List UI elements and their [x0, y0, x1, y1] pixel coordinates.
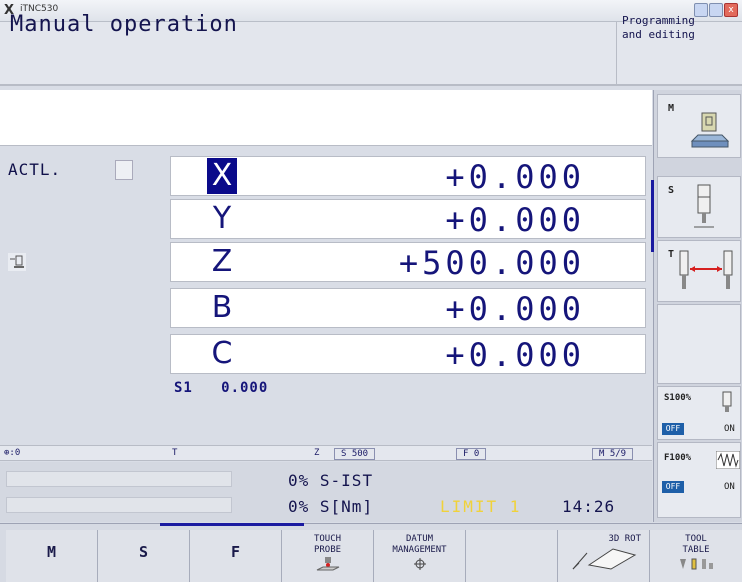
message-area: [0, 90, 652, 146]
spindle-override-label: S100%: [664, 393, 692, 403]
axis-letter: B: [211, 290, 233, 325]
softkey-datum-management[interactable]: DATUM MANAGEMENT: [374, 530, 466, 582]
datum-status: ⊕:0: [4, 448, 21, 458]
minimize-button[interactable]: [694, 3, 708, 17]
torque-load-bar: [6, 497, 232, 513]
spindle-override-key[interactable]: S100% OFF ON: [657, 386, 741, 440]
softkey-3d-rot[interactable]: 3D ROT: [558, 530, 650, 582]
axis-value: +0.000: [445, 201, 585, 239]
limit-indicator: LIMIT 1: [440, 497, 522, 516]
status-line: ⊕:0 T Z S 500 F 0 M 5/9: [0, 445, 652, 461]
softkey-empty[interactable]: [657, 304, 741, 384]
torque-load-label: S[Nm]: [319, 497, 374, 516]
override-on-label: ON: [724, 482, 735, 492]
secondary-mode-label[interactable]: Programming and editing: [622, 14, 695, 42]
tool-status: T: [172, 448, 178, 458]
softkey-label: TOOL TABLE: [682, 534, 710, 555]
display-mode-indicator: [115, 160, 133, 180]
softkey-label: 3D ROT: [608, 534, 641, 544]
softkey-s[interactable]: S: [657, 176, 741, 238]
axis-letter: Z: [211, 244, 233, 279]
softkey-empty[interactable]: [466, 530, 558, 582]
feed-wave-icon: [716, 451, 740, 469]
axis-value: +0.000: [445, 290, 585, 328]
axis-row-c[interactable]: C +0.000: [170, 334, 646, 374]
spindle-load-label: S-IST: [319, 471, 374, 490]
axis-letter: X: [207, 158, 237, 194]
tool-table-icon: [680, 558, 713, 570]
m-function-status: M 5/9: [592, 448, 634, 460]
softkey-label: S: [138, 543, 149, 561]
softkey-label: F: [230, 543, 241, 561]
page-title: Manual operation: [10, 12, 238, 37]
axis-row-b[interactable]: B +0.000: [170, 288, 646, 328]
softkey-letter: S: [668, 185, 675, 196]
active-softkey-marker: [651, 180, 654, 252]
feed-override-label: F100%: [664, 453, 692, 463]
machine-table-icon: [690, 112, 730, 148]
axis-row-x[interactable]: X +0.000: [170, 156, 646, 196]
softkey-touch-probe[interactable]: TOUCH PROBE: [282, 530, 374, 582]
header-divider: [616, 22, 617, 86]
feed-status: F 0: [456, 448, 487, 460]
tool-measure-icon: [679, 250, 733, 289]
tool-axis-status: Z: [314, 448, 320, 458]
axis-value: +500.000: [398, 244, 585, 282]
datum-icon: [413, 558, 426, 570]
spindle-load-readout: 0% S-IST: [288, 471, 373, 490]
feed-override-key[interactable]: F100% OFF ON: [657, 442, 741, 518]
torque-load-readout: 0% S[Nm]: [288, 497, 373, 516]
softkey-label: M: [46, 543, 57, 561]
axis-row-z[interactable]: Z +500.000: [170, 242, 646, 282]
spindle-load-percent: 0%: [288, 471, 310, 490]
softkey-label: TOUCH PROBE: [313, 534, 342, 555]
softkey-m-function[interactable]: M: [6, 530, 98, 582]
softkey-letter: M: [668, 103, 675, 114]
clock: 14:26: [562, 497, 616, 516]
torque-load-percent: 0%: [288, 497, 310, 516]
axis-row-y[interactable]: Y +0.000: [170, 199, 646, 239]
close-icon: x: [728, 5, 734, 15]
probe-status-icon: [8, 253, 26, 271]
maximize-button[interactable]: [709, 3, 723, 17]
spindle-position: S1 0.000: [174, 380, 269, 396]
spindle-speed-status: S 500: [334, 448, 376, 460]
softkey-label: DATUM MANAGEMENT: [392, 534, 447, 555]
softkey-f-function[interactable]: F: [190, 530, 282, 582]
axis-value: +0.000: [445, 158, 585, 196]
override-off-badge: OFF: [662, 481, 684, 493]
active-softkey-underline: [160, 523, 304, 526]
softkey-s-function[interactable]: S: [98, 530, 190, 582]
axis-letter: Y: [212, 201, 232, 236]
override-on-label: ON: [724, 424, 735, 434]
spindle-icon: [694, 184, 714, 228]
softkey-m[interactable]: M: [657, 94, 741, 158]
override-off-badge: OFF: [662, 423, 684, 435]
close-button[interactable]: x: [724, 3, 738, 17]
spindle-icon: [722, 391, 732, 412]
axis-value: +0.000: [445, 336, 585, 374]
vertical-softkey-bar: M S T S100% OFF ON F100% OFF ON: [653, 90, 742, 522]
softkey-label: [466, 530, 557, 534]
axis-letter: C: [211, 336, 233, 371]
3d-rotation-icon: [572, 548, 636, 570]
touch-probe-icon: [316, 557, 339, 571]
spindle-load-bar: [6, 471, 232, 487]
position-display-mode: ACTL.: [8, 160, 62, 179]
softkey-t[interactable]: T: [657, 240, 741, 302]
softkey-tool-table[interactable]: TOOL TABLE: [650, 530, 742, 582]
